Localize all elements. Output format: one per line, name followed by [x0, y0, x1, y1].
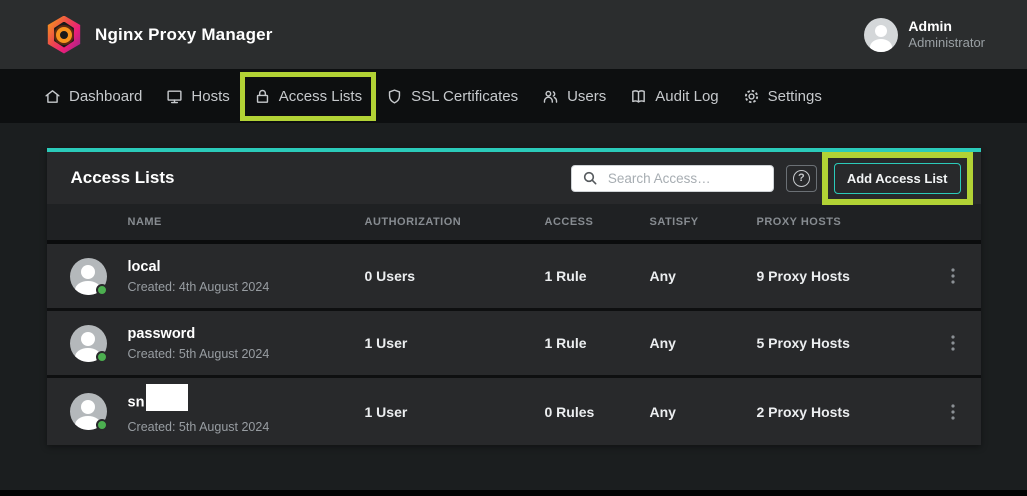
page-content: Access Lists ? Add Access List Name	[0, 123, 1027, 445]
lock-icon	[254, 88, 271, 105]
nav-item-dashboard[interactable]: Dashboard	[44, 88, 142, 105]
users-icon	[542, 88, 559, 105]
access-lists-panel: Access Lists ? Add Access List Name	[47, 148, 981, 445]
created-date: Created: 5th August 2024	[128, 420, 365, 434]
satisfy-value: Any	[650, 268, 757, 284]
proxy-hosts-value: 5 Proxy Hosts	[757, 335, 925, 351]
proxy-hosts-value: 9 Proxy Hosts	[757, 268, 925, 284]
search-icon	[582, 170, 598, 191]
created-date: Created: 5th August 2024	[128, 347, 365, 361]
user-role: Administrator	[908, 35, 985, 51]
help-button[interactable]: ?	[786, 165, 817, 192]
add-access-list-button[interactable]: Add Access List	[834, 163, 961, 194]
created-date: Created: 4th August 2024	[128, 280, 365, 294]
access-value: 1 Rule	[545, 335, 650, 351]
nav-item-users[interactable]: Users	[542, 88, 606, 105]
access-value: 0 Rules	[545, 404, 650, 420]
gear-icon	[743, 88, 760, 105]
proxy-hosts-value: 2 Proxy Hosts	[757, 404, 925, 420]
nav-item-audit-log[interactable]: Audit Log	[630, 88, 718, 105]
column-header-satisfy: Satisfy	[650, 216, 757, 228]
app-title: Nginx Proxy Manager	[95, 25, 273, 45]
monitor-icon	[166, 88, 183, 105]
avatar	[70, 258, 107, 295]
user-name: Admin	[908, 18, 985, 35]
satisfy-value: Any	[650, 335, 757, 351]
row-menu-kebab-icon[interactable]	[925, 334, 981, 352]
table-row: sn Created: 5th August 2024 1 User 0 Rul…	[47, 378, 981, 445]
status-online-dot	[96, 284, 108, 296]
row-menu-kebab-icon[interactable]	[925, 267, 981, 285]
column-header-access: Access	[545, 216, 650, 228]
status-online-dot	[96, 419, 108, 431]
column-header-proxy-hosts: Proxy Hosts	[757, 216, 925, 228]
column-header-name: Name	[128, 216, 365, 228]
user-avatar	[864, 18, 898, 52]
logo-ring	[56, 27, 72, 43]
nav-item-hosts[interactable]: Hosts	[166, 88, 229, 105]
authorization-value: 1 User	[365, 335, 545, 351]
row-menu-kebab-icon[interactable]	[925, 403, 981, 421]
book-icon	[630, 88, 647, 105]
table-row: password Created: 5th August 2024 1 User…	[47, 311, 981, 378]
panel-title: Access Lists	[71, 168, 175, 188]
bottom-black-bar	[0, 490, 1027, 496]
nav-item-access-lists[interactable]: Access Lists	[245, 77, 371, 116]
search-input[interactable]	[571, 165, 774, 192]
access-list-name: sn	[128, 389, 365, 416]
avatar	[70, 325, 107, 362]
top-header-bar: Nginx Proxy Manager Admin Administrator	[0, 0, 1027, 69]
redaction-box	[146, 384, 188, 411]
column-header-authorization: Authorization	[365, 216, 545, 228]
nginx-proxy-manager-logo[interactable]	[46, 16, 82, 54]
nav-item-settings[interactable]: Settings	[743, 88, 822, 105]
satisfy-value: Any	[650, 404, 757, 420]
authorization-value: 1 User	[365, 404, 545, 420]
panel-header: Access Lists ? Add Access List	[47, 152, 981, 204]
question-mark-icon: ?	[793, 170, 810, 187]
search-box	[571, 165, 774, 192]
nav-item-ssl-certificates[interactable]: SSL Certificates	[386, 88, 518, 105]
user-menu[interactable]: Admin Administrator	[864, 18, 985, 52]
avatar	[70, 393, 107, 430]
home-icon	[44, 88, 61, 105]
annotation-box-add-access-list: Add Access List	[822, 152, 973, 205]
access-value: 1 Rule	[545, 268, 650, 284]
status-online-dot	[96, 351, 108, 363]
authorization-value: 0 Users	[365, 268, 545, 284]
shield-icon	[386, 88, 403, 105]
main-nav: Dashboard Hosts Access Lists SSL Certifi…	[0, 69, 1027, 123]
access-list-name: password	[128, 326, 365, 343]
table-header-row: Name Authorization Access Satisfy Proxy …	[47, 204, 981, 244]
access-list-name: local	[128, 259, 365, 276]
table-row: local Created: 4th August 2024 0 Users 1…	[47, 244, 981, 311]
